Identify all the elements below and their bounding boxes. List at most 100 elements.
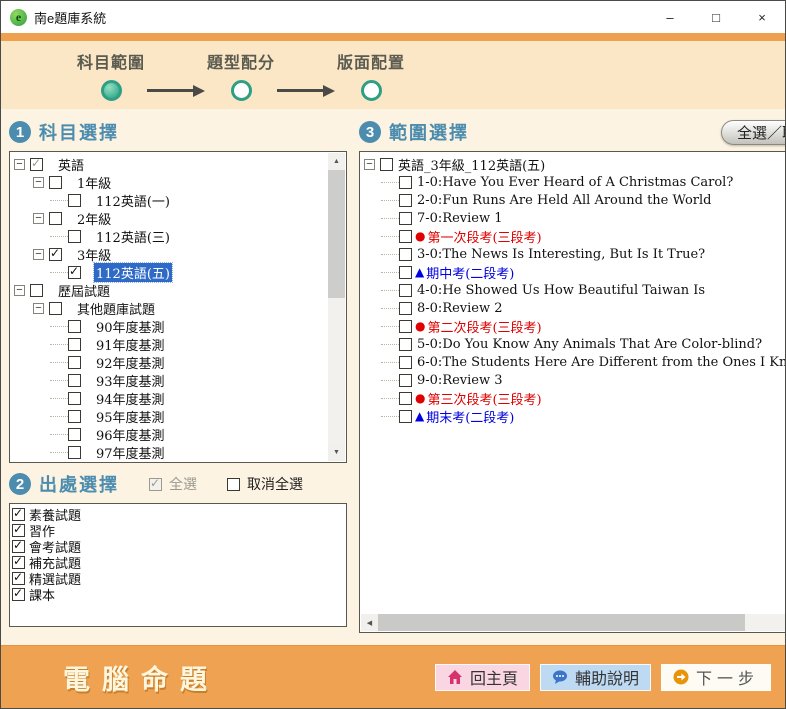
checkbox[interactable]: [49, 302, 62, 315]
checkbox[interactable]: [399, 176, 412, 189]
tree-item-label[interactable]: 英語: [56, 155, 86, 174]
tree-item-label[interactable]: 92年度基測: [94, 353, 167, 372]
tree-item[interactable]: 90年度基測: [12, 317, 326, 335]
home-button[interactable]: 回主頁: [435, 664, 530, 691]
checkbox[interactable]: [399, 392, 412, 405]
checkbox[interactable]: [49, 212, 62, 225]
tree-item-label[interactable]: 96年度基測: [94, 425, 167, 444]
tree-item[interactable]: 93年度基測: [12, 371, 326, 389]
checkbox[interactable]: [399, 266, 412, 279]
minimize-button[interactable]: –: [647, 1, 693, 33]
checkbox[interactable]: ✓: [12, 540, 25, 553]
select-toggle-button[interactable]: 全選／取消: [721, 120, 786, 145]
tree-item[interactable]: ▲期中考(二段考): [362, 263, 786, 281]
scroll-left-icon[interactable]: ◀: [361, 614, 378, 631]
expand-toggle-icon[interactable]: −: [33, 213, 44, 224]
expand-toggle-icon[interactable]: −: [14, 285, 25, 296]
checkbox[interactable]: [49, 176, 62, 189]
tree-item[interactable]: 2-0:Fun Runs Are Held All Around the Wor…: [362, 191, 786, 209]
checkbox[interactable]: [399, 374, 412, 387]
scroll-down-icon[interactable]: ▼: [328, 444, 345, 461]
tree-item[interactable]: ●第一次段考(三段考): [362, 227, 786, 245]
tree-item-label[interactable]: 6-0:The Students Here Are Different from…: [415, 355, 786, 370]
tree-item[interactable]: 3-0:The News Is Interesting, But Is It T…: [362, 245, 786, 263]
next-step-button[interactable]: 下一步: [661, 664, 771, 691]
tree-item[interactable]: 95年度基測: [12, 407, 326, 425]
tree-item-label[interactable]: 第二次段考(三段考): [425, 317, 543, 336]
checkbox[interactable]: [68, 410, 81, 423]
tree-item[interactable]: 92年度基測: [12, 353, 326, 371]
select-all-checkbox[interactable]: ✓: [149, 478, 162, 491]
tree-item-label[interactable]: 其他題庫試題: [75, 299, 157, 318]
deselect-all-option[interactable]: 取消全選: [227, 474, 303, 494]
tree-item[interactable]: 8-0:Review 2: [362, 299, 786, 317]
source-list-item[interactable]: ✓精選試題: [12, 570, 346, 586]
tree-item-label[interactable]: 2-0:Fun Runs Are Held All Around the Wor…: [415, 193, 714, 208]
tree-item-label[interactable]: 93年度基測: [94, 371, 167, 390]
checkbox[interactable]: [399, 410, 412, 423]
tree-item[interactable]: 1-0:Have You Ever Heard of A Christmas C…: [362, 173, 786, 191]
checkbox[interactable]: ✓: [49, 248, 62, 261]
checkbox[interactable]: [68, 428, 81, 441]
help-button[interactable]: 輔助說明: [540, 664, 651, 691]
tree-item-label[interactable]: 3-0:The News Is Interesting, But Is It T…: [415, 247, 707, 262]
tree-item-label[interactable]: 91年度基測: [94, 335, 167, 354]
tree-item[interactable]: −2年級: [12, 209, 326, 227]
tree-item-label[interactable]: 95年度基測: [94, 407, 167, 426]
checkbox[interactable]: [399, 356, 412, 369]
checkbox[interactable]: [68, 356, 81, 369]
checkbox[interactable]: [399, 230, 412, 243]
expand-toggle-icon[interactable]: −: [33, 177, 44, 188]
checkbox[interactable]: [399, 320, 412, 333]
tree-item-label[interactable]: 5-0:Do You Know Any Animals That Are Col…: [415, 337, 764, 352]
checkbox[interactable]: [399, 248, 412, 261]
tree-item[interactable]: ●第二次段考(三段考): [362, 317, 786, 335]
tree-item-label[interactable]: 112英語(一): [94, 191, 172, 210]
tree-item-label[interactable]: 112英語(五): [94, 263, 172, 282]
tree-item[interactable]: 94年度基測: [12, 389, 326, 407]
scroll-up-icon[interactable]: ▲: [328, 153, 345, 170]
checkbox[interactable]: [399, 338, 412, 351]
close-button[interactable]: ×: [739, 1, 785, 33]
checkbox[interactable]: [399, 284, 412, 297]
tree-item[interactable]: 97年度基測: [12, 443, 326, 461]
checkbox[interactable]: [399, 194, 412, 207]
tree-item[interactable]: 96年度基測: [12, 425, 326, 443]
expand-toggle-icon[interactable]: −: [14, 159, 25, 170]
checkbox[interactable]: [68, 446, 81, 459]
expand-toggle-icon[interactable]: −: [364, 159, 375, 170]
checkbox[interactable]: [30, 284, 43, 297]
checkbox[interactable]: ✓: [12, 588, 25, 601]
tree-item-label[interactable]: 8-0:Review 2: [415, 301, 505, 316]
tree-item-label[interactable]: 期中考(二段考): [424, 263, 516, 282]
tree-item-label[interactable]: 第三次段考(三段考): [425, 389, 543, 408]
select-all-option[interactable]: ✓ 全選: [149, 474, 197, 494]
tree-item[interactable]: 112英語(三): [12, 227, 326, 245]
checkbox[interactable]: [68, 374, 81, 387]
tree-item-label[interactable]: 112英語(三): [94, 227, 172, 246]
checkbox[interactable]: [399, 212, 412, 225]
tree-item[interactable]: −1年級: [12, 173, 326, 191]
checkbox[interactable]: [68, 338, 81, 351]
tree-item[interactable]: − 英語_3年級_112英語(五): [362, 155, 786, 173]
checkbox[interactable]: [68, 194, 81, 207]
scrollbar-thumb[interactable]: [378, 614, 745, 631]
checkbox[interactable]: ✓: [30, 158, 43, 171]
source-list-item[interactable]: ✓課本: [12, 586, 346, 602]
expand-toggle-icon[interactable]: −: [33, 249, 44, 260]
tree-item-label[interactable]: 90年度基測: [94, 317, 167, 336]
tree-item[interactable]: ●第三次段考(三段考): [362, 389, 786, 407]
horizontal-scrollbar[interactable]: ◀ ▶: [361, 614, 786, 631]
checkbox[interactable]: ✓: [12, 508, 25, 521]
tree-item[interactable]: 4-0:He Showed Us How Beautiful Taiwan Is: [362, 281, 786, 299]
maximize-button[interactable]: □: [693, 1, 739, 33]
tree-item-label[interactable]: 期末考(二段考): [424, 407, 516, 426]
tree-item-label[interactable]: 英語_3年級_112英語(五): [396, 155, 547, 174]
tree-item[interactable]: −歷屆試題: [12, 281, 326, 299]
tree-item-label[interactable]: 4-0:He Showed Us How Beautiful Taiwan Is: [415, 283, 707, 298]
vertical-scrollbar[interactable]: ▲ ▼: [328, 153, 345, 461]
tree-item-label[interactable]: 94年度基測: [94, 389, 167, 408]
tree-item-label[interactable]: 第一次段考(三段考): [425, 227, 543, 246]
checkbox[interactable]: [380, 158, 393, 171]
tree-item-label[interactable]: 9-0:Review 3: [415, 373, 505, 388]
